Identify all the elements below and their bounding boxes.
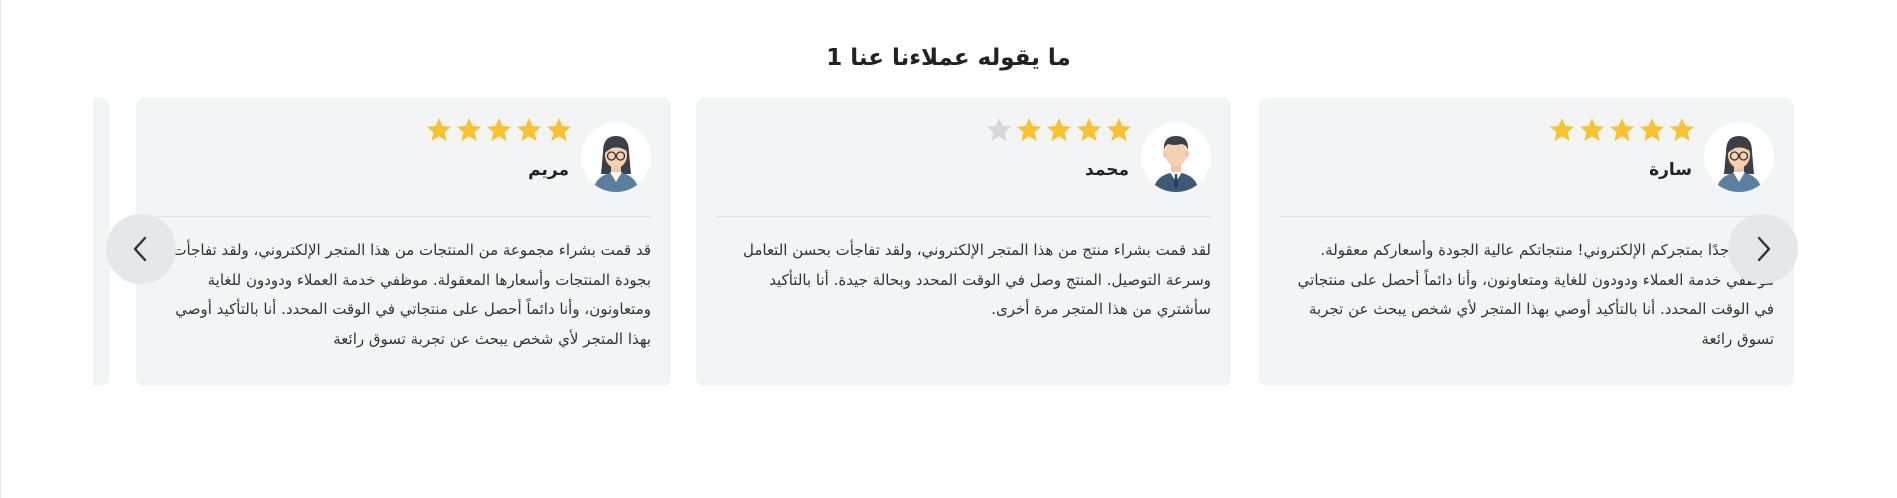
star-filled-icon [1105,116,1133,144]
page-edge-divider [0,0,1,498]
testimonial-text: سعيدة جدًا بمتجركم الإلكتروني! منتجاتكم … [1297,241,1774,348]
reviewer-name: محمد [1085,160,1129,180]
star-empty-icon [985,116,1013,144]
card-header: مريم [136,98,671,216]
star-filled-icon [1638,116,1666,144]
testimonial-text: قد قمت بشراء مجموعة من المنتجات من هذا ا… [172,241,651,348]
section-title: ما يقوله عملاءنا عنا 1 [826,45,1071,72]
reviewer-name: سارة [1649,160,1692,180]
star-filled-icon [425,116,453,144]
chevron-right-icon [1757,236,1771,262]
star-filled-icon [485,116,513,144]
star-filled-icon [455,116,483,144]
card-divider [1279,216,1774,217]
male-avatar-icon [1141,122,1211,192]
carousel-prev-button[interactable] [106,214,176,284]
star-filled-icon [1578,116,1606,144]
card-header: سارة [1259,98,1794,216]
star-filled-icon [1608,116,1636,144]
reviewer-name: مريم [528,160,569,180]
female-avatar-icon [1704,122,1774,192]
star-rating [425,116,573,144]
card-divider [716,216,1211,217]
carousel-next-button[interactable] [1728,214,1798,284]
testimonial-card: محمد لقد قمت بشراء منتج من هذا المتجر ال… [696,98,1231,386]
star-filled-icon [1668,116,1696,144]
star-filled-icon [1015,116,1043,144]
star-filled-icon [515,116,543,144]
card-header: محمد [696,98,1231,216]
testimonial-card: مريم قد قمت بشراء مجموعة من المنتجات من … [136,98,671,386]
star-filled-icon [1075,116,1103,144]
star-rating [1548,116,1696,144]
star-rating [985,116,1133,144]
card-divider [156,216,651,217]
star-filled-icon [1548,116,1576,144]
testimonial-card: سارة سعيدة جدًا بمتجركم الإلكتروني! منتج… [1259,98,1794,386]
chevron-left-icon [133,236,147,262]
star-filled-icon [545,116,573,144]
female-avatar-icon [581,122,651,192]
testimonial-text: لقد قمت بشراء منتج من هذا المتجر الإلكتر… [742,241,1211,318]
star-filled-icon [1045,116,1073,144]
